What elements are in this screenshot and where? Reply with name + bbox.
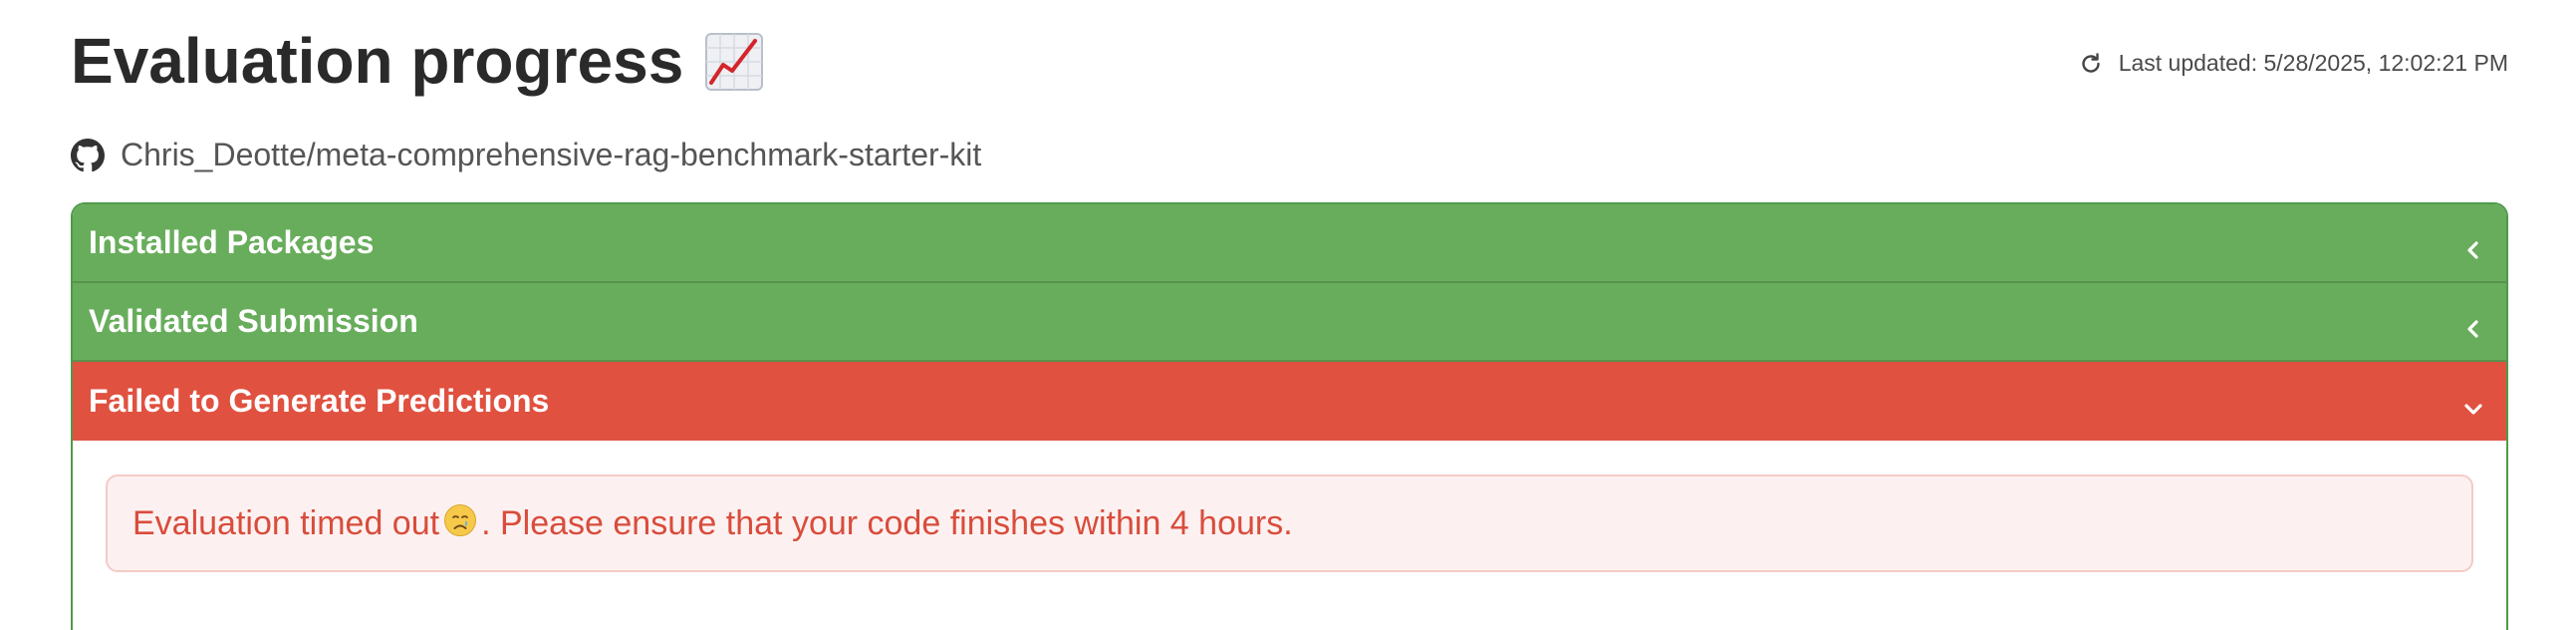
- repo-name: Chris_Deotte/meta-comprehensive-rag-benc…: [121, 137, 982, 172]
- stage-label: Validated Submission: [89, 303, 418, 339]
- repo-link[interactable]: Chris_Deotte/meta-comprehensive-rag-benc…: [71, 137, 981, 173]
- stage-installed-packages[interactable]: Installed Packages: [73, 204, 2506, 283]
- page-title: Evaluation progress: [71, 22, 764, 100]
- stage-label: Failed to Generate Predictions: [89, 383, 550, 419]
- chevron-down-icon[interactable]: [2462, 391, 2484, 415]
- github-icon: [71, 138, 105, 172]
- page-header: Evaluation progress Last updated: 5/28/2…: [71, 22, 2508, 102]
- stage-generate-predictions[interactable]: Failed to Generate Predictions: [73, 362, 2506, 441]
- refresh-icon[interactable]: [2079, 52, 2103, 76]
- evaluation-page: Evaluation progress Last updated: 5/28/2…: [71, 0, 2508, 630]
- error-alert: Evaluation timed out . Please ensure tha…: [106, 474, 2473, 572]
- crying-face-icon: [443, 503, 477, 537]
- alert-text-end: . Please ensure that your code finishes …: [481, 503, 1293, 542]
- evaluation-stages: Installed Packages Validated Submission …: [71, 202, 2508, 630]
- alert-text-start: Evaluation timed out: [132, 503, 440, 542]
- chevron-left-icon[interactable]: [2462, 232, 2484, 259]
- stage-details: Evaluation timed out . Please ensure tha…: [73, 441, 2506, 630]
- chevron-left-icon[interactable]: [2462, 311, 2484, 338]
- stage-validated-submission[interactable]: Validated Submission: [73, 283, 2506, 362]
- page-title-text: Evaluation progress: [71, 25, 684, 97]
- chart-increasing-icon: [705, 30, 764, 91]
- stage-label: Installed Packages: [89, 224, 375, 260]
- last-updated-text: Last updated: 5/28/2025, 12:02:21 PM: [2118, 50, 2508, 76]
- last-updated: Last updated: 5/28/2025, 12:02:21 PM: [2079, 50, 2508, 77]
